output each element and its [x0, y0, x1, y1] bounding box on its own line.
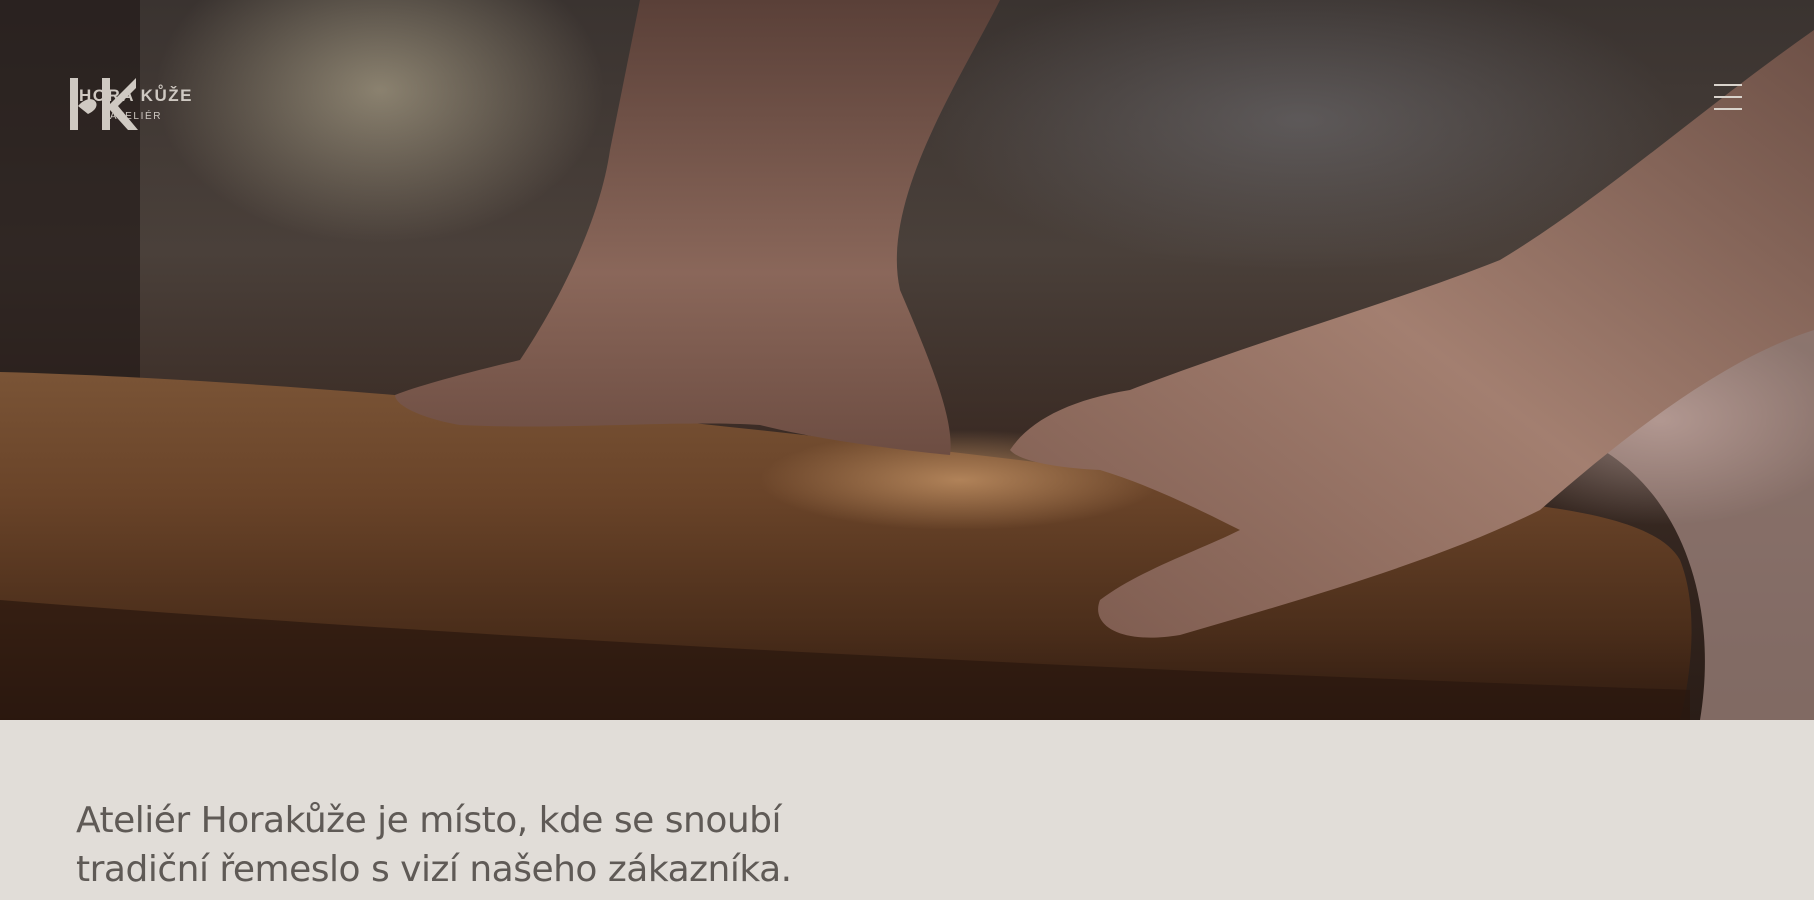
- intro-line-1: Ateliér Horakůže je místo, kde se snoubí: [76, 800, 782, 841]
- hamburger-menu-icon[interactable]: [1706, 80, 1748, 114]
- hero-image: HORA KŮŽE ATELIÉR: [0, 0, 1814, 720]
- leather-roll-photo: [0, 0, 1814, 720]
- intro-line-2: tradiční řemeslo s vizí našeho zákazníka…: [76, 849, 792, 890]
- menu-line: [1714, 96, 1742, 98]
- logo[interactable]: HORA KŮŽE ATELIÉR: [66, 76, 206, 130]
- menu-line: [1714, 108, 1742, 110]
- logo-monogram-icon: [70, 78, 138, 130]
- menu-line: [1714, 84, 1742, 86]
- intro-heading: Ateliér Horakůže je místo, kde se snoubí…: [76, 796, 976, 894]
